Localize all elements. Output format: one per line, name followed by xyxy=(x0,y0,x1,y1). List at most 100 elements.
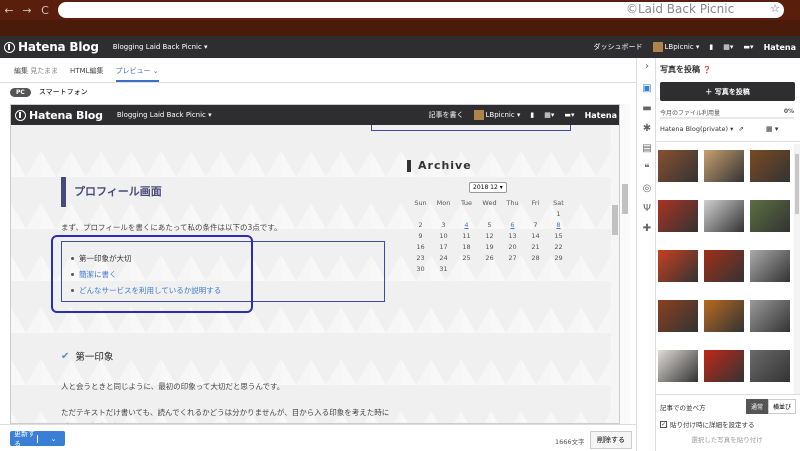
divider xyxy=(656,141,800,142)
gear-icon[interactable]: ✱ xyxy=(640,122,654,136)
photo-thumbnail[interactable] xyxy=(658,200,698,232)
external-link-icon[interactable]: ⇗ xyxy=(738,125,743,133)
delete-button[interactable]: 削除する xyxy=(590,431,632,449)
month-select[interactable]: 2018 12 ▾ xyxy=(469,182,507,193)
calendar-day: 25 xyxy=(462,253,471,262)
preview-frame: Hatena Blog Blogging Laid Back Picnic ▾ … xyxy=(10,104,620,424)
notification-icon[interactable]: ▬▾ xyxy=(564,111,574,119)
quote-icon[interactable]: ❝ xyxy=(640,162,654,176)
grid-view-select[interactable]: ▦ ▾ xyxy=(766,125,778,133)
photo-thumbnail[interactable] xyxy=(704,150,744,182)
post-photo-button[interactable]: ＋ 写真を投稿 xyxy=(660,82,795,101)
section-heading: プロフィール画面 xyxy=(61,177,162,207)
bookmark-icon[interactable]: ▮ xyxy=(709,43,713,51)
calendar-day xyxy=(524,263,547,274)
paste-options: 記事での並べ方 通常 横並び ✓ 貼り付け時に詳細を設定する 選択した写真を貼り付… xyxy=(656,394,800,451)
calendar-day-header: Thu xyxy=(506,198,519,207)
apps-grid-icon[interactable]: ▦▾ xyxy=(544,111,554,119)
detail-checkbox[interactable]: ✓ 貼り付け時に詳細を設定する xyxy=(660,419,755,429)
browser-bookmark-strip xyxy=(0,20,800,36)
bookmark-icon[interactable]: ▮ xyxy=(530,111,534,119)
photo-thumbnail[interactable] xyxy=(658,150,698,182)
photo-thumbnail[interactable] xyxy=(658,350,698,382)
document-icon[interactable]: ▤ xyxy=(640,142,654,156)
plus-icon[interactable]: ✚ xyxy=(640,222,654,236)
tab-smartphone[interactable]: スマートフォン xyxy=(39,87,88,97)
calendar-day xyxy=(524,208,547,219)
calendar-day[interactable]: 6 xyxy=(501,219,524,230)
photo-thumbnail[interactable] xyxy=(704,300,744,332)
photo-thumbnail[interactable] xyxy=(750,350,790,382)
tab-html[interactable]: HTML編集 xyxy=(70,66,103,82)
calendar-day[interactable]: 8 xyxy=(547,219,570,230)
star-icon[interactable]: ☆ xyxy=(770,2,780,15)
photo-icon[interactable]: ▣ xyxy=(640,82,654,96)
photo-thumbnail[interactable] xyxy=(658,250,698,282)
calendar-day: 20 xyxy=(508,242,517,251)
calendar-day xyxy=(501,263,524,274)
chevron-down-icon[interactable]: ⌄ xyxy=(37,434,65,443)
order-normal-button[interactable]: 通常 xyxy=(746,399,769,414)
calendar-day: 30 xyxy=(416,264,425,273)
preview-blog-selector[interactable]: Blogging Laid Back Picnic ▾ xyxy=(117,111,212,119)
calendar-day: 26 xyxy=(485,253,494,262)
preview-user-menu[interactable]: LBpicnic ▾ xyxy=(473,110,520,120)
tab-pc[interactable]: PC xyxy=(10,87,31,97)
chevron-right-icon[interactable]: › xyxy=(640,60,654,74)
calendar-day xyxy=(455,208,478,219)
calendar-day: 5 xyxy=(487,220,492,229)
divider xyxy=(0,82,636,83)
photo-thumbnail[interactable] xyxy=(704,200,744,232)
calendar-day xyxy=(478,208,501,219)
calendar-day: 28 xyxy=(531,253,540,262)
instagram-icon[interactable]: ◎ xyxy=(640,182,654,196)
reload-icon[interactable]: C xyxy=(36,4,54,17)
calendar-day: 9 xyxy=(418,231,423,240)
calendar-day xyxy=(432,208,455,219)
calendar-day: 14 xyxy=(531,231,540,240)
update-button[interactable]: 更新する ⌄ xyxy=(10,430,65,448)
calendar-day xyxy=(478,263,501,274)
help-icon[interactable]: ❓ xyxy=(703,66,712,74)
checkbox[interactable]: ✓ xyxy=(660,420,667,428)
calendar-day[interactable]: 4 xyxy=(455,219,478,230)
blog-selector[interactable]: Blogging Laid Back Picnic ▾ xyxy=(113,43,208,51)
paste-photos-button[interactable]: 選択した写真を貼り付け xyxy=(660,433,794,447)
photo-thumbnail[interactable] xyxy=(658,300,698,332)
preview-hatena-brand[interactable]: Hatena xyxy=(585,111,617,120)
calendar-day: 21 xyxy=(531,242,540,251)
photo-thumbnail[interactable] xyxy=(750,250,790,282)
calendar-day: 7 xyxy=(533,220,538,229)
side-icon-bar: › ▣ ▬ ✱ ▤ ❝ ◎ Ψ ✚ xyxy=(636,58,656,451)
scroll-thumb[interactable] xyxy=(622,184,628,214)
tab-preview[interactable]: プレビュー ⌄ xyxy=(115,66,159,82)
calendar-day xyxy=(409,208,432,219)
photo-thumbnail[interactable] xyxy=(750,150,790,182)
order-side-button[interactable]: 横並び xyxy=(768,399,797,414)
bottom-bar: 更新する ⌄ 1666文字 削除する xyxy=(0,424,636,451)
forward-icon[interactable]: → xyxy=(18,4,36,17)
photo-thumbnail[interactable] xyxy=(704,250,744,282)
back-icon[interactable]: ← xyxy=(0,4,18,17)
editor-scrollbar[interactable] xyxy=(620,104,630,424)
folder-icon[interactable]: ▬ xyxy=(640,102,654,116)
hatena-brand[interactable]: Hatena xyxy=(764,43,796,52)
apps-grid-icon[interactable]: ▦▾ xyxy=(723,43,733,51)
calendar-day: 31 xyxy=(439,264,448,273)
tab-edit[interactable]: 編集 見たまま xyxy=(14,66,58,82)
photo-thumbnail[interactable] xyxy=(750,300,790,332)
scroll-thumb[interactable] xyxy=(612,205,618,235)
preview-scrollbar[interactable] xyxy=(611,125,619,423)
hatena-blog-logo[interactable]: Hatena Blog xyxy=(4,40,99,54)
sidebar-scrollbar[interactable] xyxy=(794,144,800,394)
photo-thumbnail[interactable] xyxy=(750,200,790,232)
scroll-thumb[interactable] xyxy=(795,154,799,214)
blog-filter-select[interactable]: Hatena Blog(private) ▾ ⇗ xyxy=(660,125,744,133)
calendar-day-header: Sat xyxy=(553,198,564,207)
photo-thumbnail[interactable] xyxy=(704,350,744,382)
write-article-link[interactable]: 記事を書く xyxy=(429,110,464,120)
user-menu[interactable]: LBpicnic ▾ xyxy=(652,42,699,52)
notification-icon[interactable]: ▬▾ xyxy=(743,43,753,51)
dashboard-link[interactable]: ダッシュボード xyxy=(594,42,643,52)
fork-knife-icon[interactable]: Ψ xyxy=(640,202,654,216)
